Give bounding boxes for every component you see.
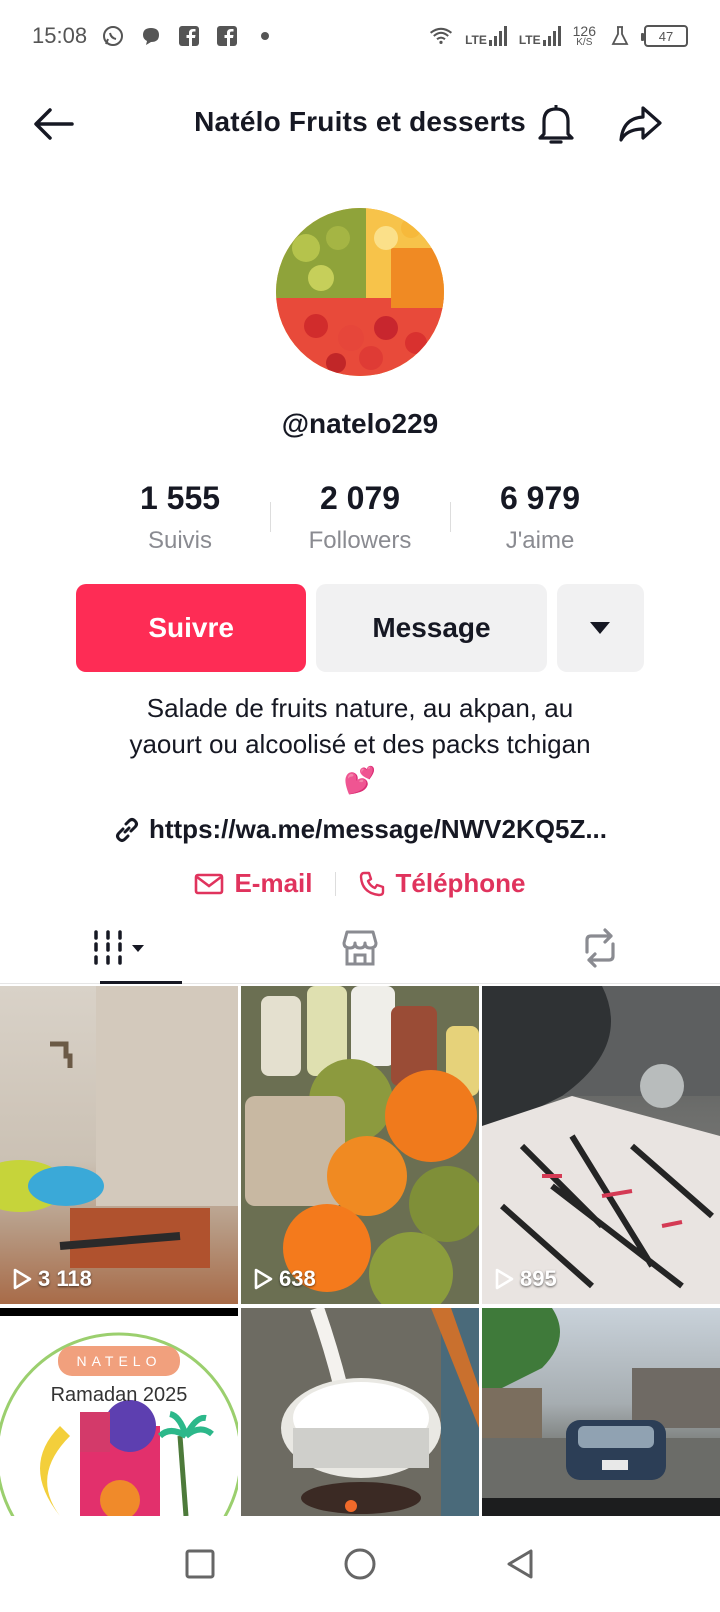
two-hearts-emoji: 💕 [343,765,377,795]
active-tab-indicator [100,981,182,984]
system-nav-bar [0,1516,720,1612]
tab-shop[interactable] [240,912,480,983]
square-icon [185,1549,215,1579]
battery-indicator: 47 [641,25,688,47]
play-icon [13,1268,32,1290]
tab-videos[interactable] [0,912,240,984]
status-bar: 15:08 LTE LTE 126 K/S 47 [0,0,720,72]
facebook-icon [215,24,239,48]
link-text: https://wa.me/message/NWV2KQ5Z... [148,814,607,844]
contact-divider [334,871,336,896]
stat-followers[interactable]: 2 079 Followers [270,480,450,560]
username: @natelo229 [281,408,439,439]
shop-icon [342,930,378,965]
whatsapp-icon [101,24,125,48]
more-options-button[interactable] [556,584,644,672]
profile-link[interactable]: https://wa.me/message/NWV2KQ5Z... [0,814,720,845]
home-button[interactable] [336,1540,384,1588]
video-thumbnail[interactable] [241,1308,479,1516]
lte-signal-2: LTE [519,26,561,46]
facebook-icon [177,24,201,48]
video-thumbnail[interactable] [482,1308,720,1516]
fruits-juice-bottles-image [245,986,479,1304]
play-icon [254,1268,273,1290]
profile-stats: 1 555 Suivis 2 079 Followers 6 979 J'aim… [90,480,630,560]
notification-bell-button[interactable] [532,100,580,148]
recents-button[interactable] [176,1540,224,1588]
status-time: 15:08 [32,23,88,48]
avatar[interactable] [276,208,444,376]
wifi-icon [429,24,453,48]
video-grid: 3 118 638 895 NATELO Ramadan 2025 [0,986,720,1516]
room-faucet-image [0,986,238,1268]
play-icon [495,1268,514,1290]
video-thumbnail[interactable]: 638 [241,986,479,1304]
video-thumbnail[interactable]: 895 [482,986,720,1304]
page-title: Natélo Fruits et desserts [194,106,526,137]
network-speed: 126 K/S [572,23,596,48]
play-count: 3 118 [12,1266,92,1292]
profile-actions: Suivre Message [76,584,644,672]
play-count: 638 [253,1266,316,1292]
back-nav-button[interactable] [496,1540,544,1588]
stat-likes[interactable]: 6 979 J'aime [450,480,630,560]
triangle-back-icon [507,1549,533,1579]
lte-signal-1: LTE [465,26,507,46]
phone-icon [359,871,384,896]
email-contact-button[interactable]: E-mail [194,868,313,899]
link-icon [115,817,138,842]
bell-icon [538,105,574,144]
video-thumbnail[interactable]: NATELO Ramadan 2025 [0,1308,238,1516]
chat-bubble-icon [139,24,163,48]
dot-icon [253,24,277,48]
profile-bio: Salade de fruits nature, au akpan, au ya… [80,690,640,798]
follow-button[interactable]: Suivre [76,584,307,672]
profile-tabs [0,912,720,984]
grid-columns-icon [94,929,144,965]
stat-following[interactable]: 1 555 Suivis [90,480,270,560]
envelope-icon [195,873,224,894]
phone-contact-button[interactable]: Téléphone [358,868,526,899]
profile-header: Natélo Fruits et desserts [0,90,720,158]
street-drive-image [482,1308,720,1516]
natelo-banner: NATELO [58,1346,180,1376]
play-count: 895 [494,1266,557,1292]
repost-icon [585,927,615,968]
ramadan-caption: Ramadan 2025 [50,1384,188,1406]
video-thumbnail[interactable]: 3 118 [0,986,238,1304]
share-arrow-icon [619,106,662,142]
caret-down-icon [590,622,611,634]
share-button[interactable] [616,100,664,148]
message-button[interactable]: Message [316,584,547,672]
tab-reposts[interactable] [480,912,720,983]
flask-icon [608,24,632,48]
circle-icon [344,1548,376,1580]
contact-row: E-mail Téléphone [0,868,720,899]
motorbike-ride-image [482,986,720,1304]
pouring-milk-image [281,1308,479,1516]
fruit-salad-avatar-image [276,208,444,376]
